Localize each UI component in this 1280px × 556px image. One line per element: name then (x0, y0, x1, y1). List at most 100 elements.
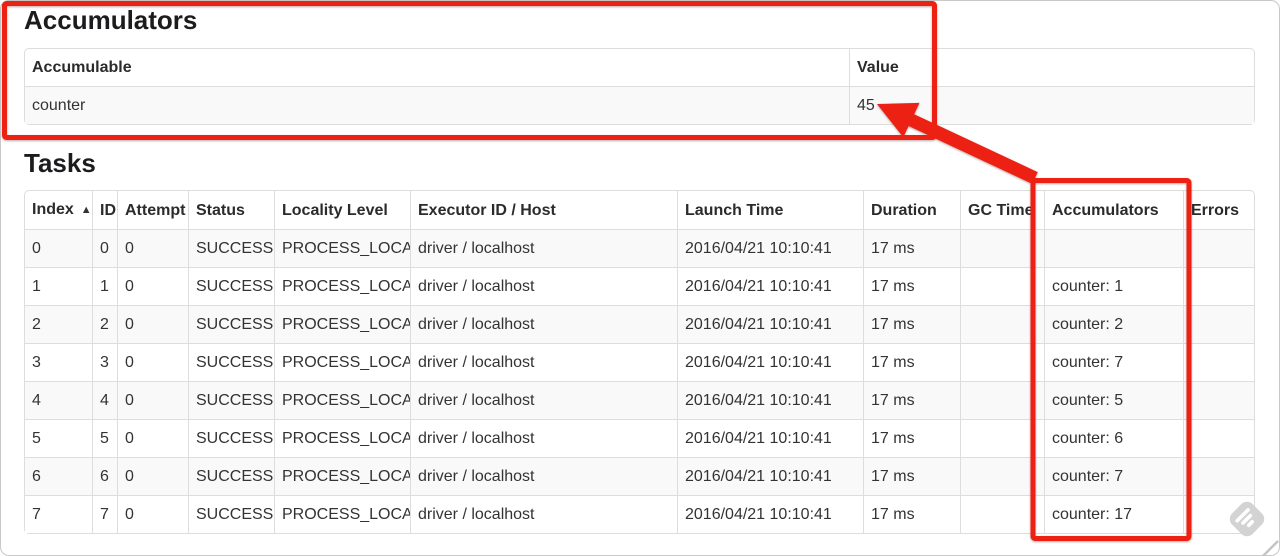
table-cell: PROCESS_LOCAL (274, 457, 410, 495)
table-cell (1183, 267, 1254, 305)
table-cell: 4 (25, 381, 92, 419)
errors-column-header[interactable]: Errors (1183, 191, 1254, 229)
id-column-header[interactable]: ID (92, 191, 117, 229)
accumulators-column-header[interactable]: Accumulators (1044, 191, 1183, 229)
table-cell: counter: 6 (1044, 419, 1183, 457)
accumulable-column-header: Accumulable (32, 59, 132, 76)
table-cell: 4 (92, 381, 117, 419)
table-cell: 0 (117, 343, 188, 381)
table-cell: SUCCESS (188, 229, 274, 267)
index-column-header[interactable]: Index ▲ (25, 191, 92, 229)
table-cell: SUCCESS (188, 457, 274, 495)
table-cell: driver / localhost (410, 343, 677, 381)
table-cell: PROCESS_LOCAL (274, 305, 410, 343)
index-header-label: Index (32, 201, 74, 218)
table-cell (1183, 229, 1254, 267)
table-cell: 0 (117, 457, 188, 495)
table-cell: 6 (25, 457, 92, 495)
table-cell: PROCESS_LOCAL (274, 419, 410, 457)
table-cell: SUCCESS (188, 305, 274, 343)
table-cell (960, 267, 1044, 305)
table-cell: 17 ms (863, 305, 960, 343)
table-cell: SUCCESS (188, 495, 274, 533)
duration-column-header[interactable]: Duration (863, 191, 960, 229)
table-cell: 7 (92, 495, 117, 533)
table-cell: driver / localhost (410, 267, 677, 305)
table-cell: 3 (25, 343, 92, 381)
attempt-column-header[interactable]: Attempt (117, 191, 188, 229)
table-cell: driver / localhost (410, 457, 677, 495)
table-cell: 0 (117, 419, 188, 457)
table-cell (960, 305, 1044, 343)
table-cell (1183, 381, 1254, 419)
table-cell (1044, 229, 1183, 267)
table-cell: PROCESS_LOCAL (274, 495, 410, 533)
table-cell: driver / localhost (410, 495, 677, 533)
table-cell (960, 419, 1044, 457)
table-cell: 0 (25, 229, 92, 267)
accumulators-table: Accumulable Value counter 45 (24, 48, 1255, 125)
tasks-section-title: Tasks (24, 148, 96, 178)
table-cell: 5 (92, 419, 117, 457)
table-cell: 5 (25, 419, 92, 457)
table-cell: 1 (92, 267, 117, 305)
table-cell: counter: 5 (1044, 381, 1183, 419)
table-row: 3 3 0 SUCCESS PROCESS_LOCAL driver / localhos… (25, 343, 1254, 381)
table-row: 6 6 0 SUCCESS PROCESS_LOCAL driver / localhos… (25, 457, 1254, 495)
table-cell: driver / localhost (410, 381, 677, 419)
table-cell: PROCESS_LOCAL (274, 267, 410, 305)
table-cell: 17 ms (863, 495, 960, 533)
table-cell: 2016/04/21 10:10:41 (677, 381, 863, 419)
table-cell (1183, 343, 1254, 381)
table-cell: 7 (25, 495, 92, 533)
table-cell: 2016/04/21 10:10:41 (677, 267, 863, 305)
table-cell: PROCESS_LOCAL (274, 229, 410, 267)
table-cell: 0 (117, 267, 188, 305)
table-cell (1183, 419, 1254, 457)
table-cell: 2016/04/21 10:10:41 (677, 495, 863, 533)
table-cell: 0 (117, 229, 188, 267)
tasks-table: Index ▲ ID Attempt Status Locality Level … (24, 190, 1255, 534)
locality-level-column-header[interactable]: Locality Level (274, 191, 410, 229)
table-row: 5 5 0 SUCCESS PROCESS_LOCAL driver / localhos… (25, 419, 1254, 457)
table-cell: 0 (117, 381, 188, 419)
table-cell: 1 (25, 267, 92, 305)
table-cell: 17 ms (863, 457, 960, 495)
table-row: 2 2 0 SUCCESS PROCESS_LOCAL driver / localhos… (25, 305, 1254, 343)
table-cell: 2 (92, 305, 117, 343)
table-cell: 17 ms (863, 381, 960, 419)
table-cell: SUCCESS (188, 267, 274, 305)
table-cell: 2016/04/21 10:10:41 (677, 343, 863, 381)
table-cell (960, 381, 1044, 419)
table-cell: 2016/04/21 10:10:41 (677, 419, 863, 457)
table-cell (1183, 305, 1254, 343)
table-cell: 3 (92, 343, 117, 381)
table-cell: driver / localhost (410, 229, 677, 267)
table-cell: counter: 7 (1044, 457, 1183, 495)
table-cell: 2016/04/21 10:10:41 (677, 305, 863, 343)
table-cell: counter: 7 (1044, 343, 1183, 381)
table-cell: SUCCESS (188, 419, 274, 457)
launch-time-column-header[interactable]: Launch Time (677, 191, 863, 229)
executor-id-host-column-header[interactable]: Executor ID / Host (410, 191, 677, 229)
table-row: counter 45 (25, 86, 1254, 124)
table-cell: 0 (92, 229, 117, 267)
table-cell: counter: 1 (1044, 267, 1183, 305)
table-cell: PROCESS_LOCAL (274, 343, 410, 381)
value-column-header: Value (849, 49, 1254, 86)
pen-cursor (1262, 540, 1279, 556)
table-cell (1183, 495, 1254, 533)
table-cell: driver / localhost (410, 305, 677, 343)
table-cell: 17 ms (863, 343, 960, 381)
gc-time-column-header[interactable]: GC Time (960, 191, 1044, 229)
table-row: 7 7 0 SUCCESS PROCESS_LOCAL driver / localhos… (25, 495, 1254, 533)
table-cell: counter: 2 (1044, 305, 1183, 343)
table-cell (960, 229, 1044, 267)
table-cell: counter (25, 86, 849, 124)
table-cell: PROCESS_LOCAL (274, 381, 410, 419)
accumulators-header-row: Accumulable Value (25, 49, 1254, 86)
table-cell: 2 (25, 305, 92, 343)
status-column-header[interactable]: Status (188, 191, 274, 229)
table-cell: counter: 17 (1044, 495, 1183, 533)
table-cell (960, 495, 1044, 533)
